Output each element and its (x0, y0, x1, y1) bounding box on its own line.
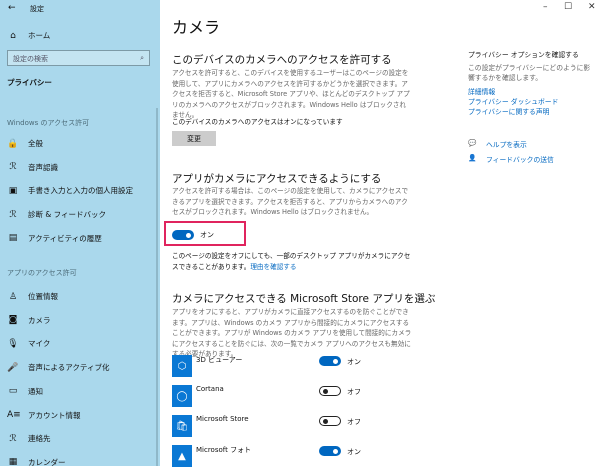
search-icon: ⌕ (140, 54, 144, 62)
home-label: ホーム (28, 31, 51, 40)
app-name: Microsoft フォト (196, 446, 252, 454)
store-icon: 🛍 (172, 415, 192, 437)
microphone-icon: 🎙 (7, 338, 19, 349)
photos-icon: ▲ (172, 445, 192, 467)
location-icon: ♙ (8, 291, 18, 302)
app-toggle[interactable] (319, 386, 341, 396)
learn-why-link[interactable]: 理由を確認する (250, 263, 296, 271)
camera-icon: ◙ (8, 315, 18, 326)
app-toggle[interactable] (319, 356, 341, 366)
sidebar-item[interactable]: ▣ 手書き入力と入力の個人用設定 (7, 185, 133, 196)
3d-viewer-icon: ⬡ (172, 355, 192, 377)
app-name: 3D ビューアー (196, 356, 243, 364)
clipboard-icon: ▣ (8, 185, 18, 196)
app-toggle-label: オフ (347, 388, 361, 396)
sidebar-item[interactable]: A≡ アカウント情報 (7, 410, 81, 421)
account-info-icon: A≡ (7, 410, 21, 420)
sidebar-item[interactable]: ℛ 音声認識 (7, 162, 58, 173)
group-heading: Windows のアクセス許可 (7, 119, 90, 127)
sidebar-item-label: マイク (28, 339, 51, 349)
feedback-icon: ℛ (9, 209, 17, 220)
sidebar-item-label: アクティビティの履歴 (28, 233, 102, 243)
sidebar-item-label: 全般 (28, 139, 43, 148)
app-toggle[interactable] (319, 416, 341, 426)
app-name: Cortana (196, 385, 224, 393)
app-name: Microsoft Store (196, 415, 249, 423)
app-toggle-label: オフ (347, 418, 361, 426)
sidebar-item-label: アカウント情報 (28, 410, 81, 420)
contacts-icon: ℛ (9, 433, 17, 444)
get-help-link[interactable]: ヘルプを表示 (486, 139, 527, 149)
sidebar-item[interactable]: ▦ カレンダー (7, 457, 66, 468)
access-status: このデバイスのカメラへのアクセスはオンになっています (172, 118, 343, 126)
section-description: アクセスを許可すると、このデバイスを使用するユーザーはこのページの設定を使用して… (172, 69, 410, 119)
app-toggle-label: オン (347, 448, 361, 456)
sidebar-item[interactable]: ▭ 通知 (7, 386, 43, 397)
sidebar: ← 設定 ⌂ ホーム 設定の検索 ⌕ プライバシー Windows のアクセス許可 … (0, 0, 160, 468)
voice-activation-icon: 🎤 (7, 362, 19, 373)
sidebar-scrollbar[interactable] (156, 108, 158, 466)
notification-icon: ▭ (8, 386, 18, 397)
search-input[interactable]: 設定の検索 ⌕ (7, 50, 150, 66)
sidebar-item[interactable]: ◙ カメラ (7, 315, 51, 326)
section-description: アクセスを許可する場合は、このページの設定を使用して、カメラにアクセスできるアプ… (172, 187, 409, 216)
sidebar-item-home[interactable]: ⌂ ホーム (7, 30, 50, 41)
search-placeholder: 設定の検索 (13, 55, 48, 63)
lock-icon: 🔒 (7, 138, 19, 149)
page-title: カメラ (172, 18, 221, 37)
sidebar-item[interactable]: 🎙 マイク (7, 338, 50, 349)
section-description: アプリをオフにすると、アプリがカメラに直接アクセスするのを防ぐことができます。ア… (172, 308, 412, 358)
app-toggle-label: オン (347, 358, 361, 366)
section-heading: このデバイスのカメラへのアクセスを許可する (172, 54, 392, 66)
sidebar-item[interactable]: ℛ 診断 & フィードバック (7, 209, 106, 220)
link-more-info[interactable]: 詳細情報 (468, 86, 495, 96)
timeline-icon: ▤ (8, 233, 18, 244)
link-privacy-statement[interactable]: プライバシーに関する声明 (468, 106, 549, 116)
window-title: 設定 (30, 5, 44, 13)
link-privacy-dashboard[interactable]: プライバシー ダッシュボード (468, 96, 558, 106)
section-heading: カメラにアクセスできる Microsoft Store アプリを選ぶ (172, 293, 436, 305)
feedback-icon: 👤 (468, 154, 477, 162)
sidebar-item-label: 音声によるアクティブ化 (28, 363, 110, 373)
maximize-button[interactable]: ☐ (564, 2, 572, 12)
group-heading: アプリのアクセス許可 (7, 269, 77, 277)
sidebar-item-label: 連絡先 (28, 434, 51, 444)
home-icon: ⌂ (10, 30, 16, 41)
back-button[interactable]: ← (8, 3, 16, 13)
right-panel-desc: この設定がプライバシーにどのように影響するかを確認します。 (468, 64, 591, 82)
sidebar-item-label: 音声認識 (28, 162, 58, 172)
cortana-icon: ◯ (172, 385, 192, 407)
section-heading: アプリがカメラにアクセスできるようにする (172, 173, 382, 185)
sidebar-item-label: 診断 & フィードバック (28, 210, 106, 220)
sidebar-item-label: カレンダー (28, 457, 66, 467)
sidebar-item-label: カメラ (28, 315, 51, 325)
feedback-link[interactable]: フィードバックの送信 (486, 154, 554, 164)
sidebar-item-label: 位置情報 (28, 292, 58, 301)
minimize-button[interactable]: – (543, 2, 548, 12)
desktop-apps-note: このページの設定をオフにしても、一部のデスクトップ アプリがカメラにアクセスでき… (172, 251, 412, 272)
app-toggle[interactable] (319, 446, 341, 456)
speech-icon: ℛ (9, 162, 17, 173)
help-icon: 💬 (468, 139, 477, 147)
right-panel-title: プライバシー オプションを確認する (468, 51, 579, 59)
sidebar-item[interactable]: 🎤 音声によるアクティブ化 (7, 362, 109, 373)
sidebar-item-label: 通知 (28, 386, 43, 396)
sidebar-item-label: 手書き入力と入力の個人用設定 (28, 186, 133, 196)
sidebar-item[interactable]: ℛ 連絡先 (7, 433, 51, 444)
change-button[interactable]: 変更 (172, 131, 216, 146)
sidebar-item[interactable]: ♙ 位置情報 (7, 291, 58, 302)
sidebar-item[interactable]: ▤ アクティビティの履歴 (7, 233, 102, 244)
sidebar-item[interactable]: 🔒 全般 (7, 138, 43, 149)
section-title: プライバシー (7, 78, 52, 87)
app-access-toggle[interactable] (172, 230, 194, 240)
toggle-label: オン (200, 231, 214, 239)
close-button[interactable]: ✕ (588, 2, 596, 12)
